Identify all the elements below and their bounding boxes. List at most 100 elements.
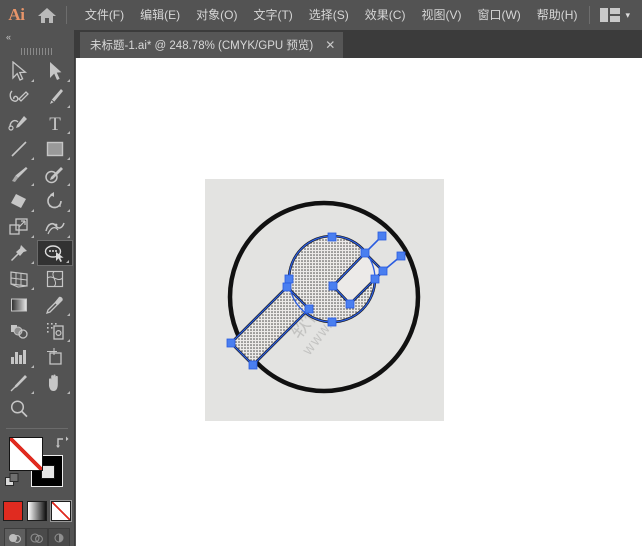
swap-fill-stroke-icon[interactable] (55, 435, 69, 453)
line-segment-tool[interactable] (1, 136, 37, 162)
tool-group-indicator (31, 235, 34, 238)
wrench-in-circle-icon[interactable] (205, 179, 444, 421)
tool-group-indicator (31, 391, 34, 394)
perspective-grid-tool[interactable] (1, 266, 37, 292)
tool-group-indicator (31, 183, 34, 186)
column-graph-tool[interactable] (1, 344, 37, 370)
tool-group-indicator (67, 79, 70, 82)
rectangle-tool[interactable] (37, 136, 73, 162)
artboard-tool[interactable] (37, 344, 73, 370)
direct-selection-tool[interactable] (37, 58, 73, 84)
menu-help[interactable]: 帮助(H) (529, 4, 586, 26)
shaper-tool[interactable] (37, 162, 73, 188)
none-slash-icon (52, 502, 70, 520)
tool-group-indicator (67, 131, 70, 134)
artboard[interactable]: 软件自学网 WWW.RJZXW.COM (205, 179, 444, 421)
width-tool[interactable] (37, 214, 73, 240)
tool-grid: T (1, 58, 73, 422)
blend-icon (8, 321, 30, 341)
mesh-icon (45, 269, 65, 289)
menu-select[interactable]: 选择(S) (301, 4, 357, 26)
menu-window[interactable]: 窗口(W) (469, 4, 528, 26)
fill-stroke-controls (1, 433, 73, 495)
collapse-panel-button[interactable]: « (0, 30, 74, 44)
draw-behind-icon (30, 532, 43, 543)
tool-group-indicator (31, 261, 34, 264)
home-icon[interactable] (33, 0, 62, 30)
magnifier-icon (9, 399, 29, 419)
filled-arrow-cursor-icon (48, 61, 62, 81)
tools-divider (6, 428, 68, 429)
draw-inside-button[interactable] (48, 528, 70, 546)
zoom-tool[interactable] (1, 396, 37, 422)
menu-bar-right: ▾ (585, 5, 642, 25)
document-canvas[interactable]: 软件自学网 WWW.RJZXW.COM (76, 58, 642, 546)
default-fill-stroke-icon[interactable] (5, 473, 19, 492)
draw-behind-button[interactable] (26, 528, 48, 546)
magic-wand-icon (8, 87, 30, 107)
tools-panel: « T (0, 30, 75, 546)
tool-group-indicator (31, 209, 34, 212)
tool-group-indicator (67, 313, 70, 316)
color-mode-button[interactable] (3, 501, 23, 521)
menu-object[interactable]: 对象(O) (188, 4, 245, 26)
fill-swatch[interactable] (9, 437, 43, 471)
close-icon[interactable]: ✕ (325, 39, 335, 51)
symbol-sprayer-icon (45, 321, 65, 341)
rotate-tool[interactable] (37, 188, 73, 214)
shape-builder-tool[interactable] (37, 240, 73, 266)
menu-effect[interactable]: 效果(C) (357, 4, 414, 26)
shape-builder-icon (44, 244, 66, 262)
menu-edit[interactable]: 编辑(E) (132, 4, 188, 26)
tool-group-indicator (66, 260, 69, 263)
magic-wand-tool[interactable] (1, 84, 37, 110)
draw-normal-button[interactable] (4, 528, 26, 546)
tool-group-indicator (31, 365, 34, 368)
pen-nib-icon (45, 87, 65, 107)
menu-bar: Ai 文件(F) 编辑(E) 对象(O) 文字(T) 选择(S) 效果(C) 视… (0, 0, 642, 30)
free-transform-tool[interactable] (1, 240, 37, 266)
pen-tool[interactable] (37, 84, 73, 110)
tool-group-indicator (67, 209, 70, 212)
symbol-sprayer-tool[interactable] (37, 318, 73, 344)
menu-item-list: 文件(F) 编辑(E) 对象(O) 文字(T) 选择(S) 效果(C) 视图(V… (77, 4, 586, 26)
eraser-tool[interactable] (1, 188, 37, 214)
type-tool[interactable]: T (37, 110, 73, 136)
menu-file[interactable]: 文件(F) (77, 4, 132, 26)
tool-group-indicator (67, 235, 70, 238)
mesh-tool[interactable] (37, 266, 73, 292)
tool-group-indicator (67, 105, 70, 108)
menu-type[interactable]: 文字(T) (245, 4, 300, 26)
workspace-switcher-button[interactable]: ▾ (596, 5, 634, 25)
eraser-icon (9, 191, 29, 211)
perspective-grid-icon (8, 269, 30, 289)
type-T-icon: T (46, 113, 64, 133)
gradient-mode-button[interactable] (27, 501, 47, 521)
gradient-tool[interactable] (1, 292, 37, 318)
scale-tool[interactable] (1, 214, 37, 240)
blend-tool[interactable] (1, 318, 37, 344)
tool-group-indicator (31, 287, 34, 290)
eyedropper-tool[interactable] (37, 292, 73, 318)
tool-group-indicator (67, 157, 70, 160)
none-mode-button[interactable] (50, 500, 72, 522)
tool-group-indicator (31, 79, 34, 82)
tool-group-indicator (67, 183, 70, 186)
hand-tool[interactable] (37, 370, 73, 396)
arrow-cursor-icon (11, 61, 28, 81)
artboard-icon (45, 347, 65, 367)
app-logo-ai: Ai (8, 5, 25, 24)
panel-drag-handle[interactable] (0, 44, 74, 58)
selection-tool[interactable] (1, 58, 37, 84)
chevron-down-icon: ▾ (625, 9, 630, 20)
wrench-shaft (229, 285, 311, 367)
none-slash-icon (10, 438, 42, 470)
warp-icon (44, 217, 66, 237)
menu-view[interactable]: 视图(V) (413, 4, 469, 26)
rectangle-icon (45, 139, 65, 159)
curvature-tool[interactable] (1, 110, 37, 136)
paintbrush-tool[interactable] (1, 162, 37, 188)
slice-tool[interactable] (1, 370, 37, 396)
scale-icon (8, 217, 30, 237)
document-tab[interactable]: 未标题-1.ai* @ 248.78% (CMYK/GPU 预览) ✕ (80, 32, 344, 58)
